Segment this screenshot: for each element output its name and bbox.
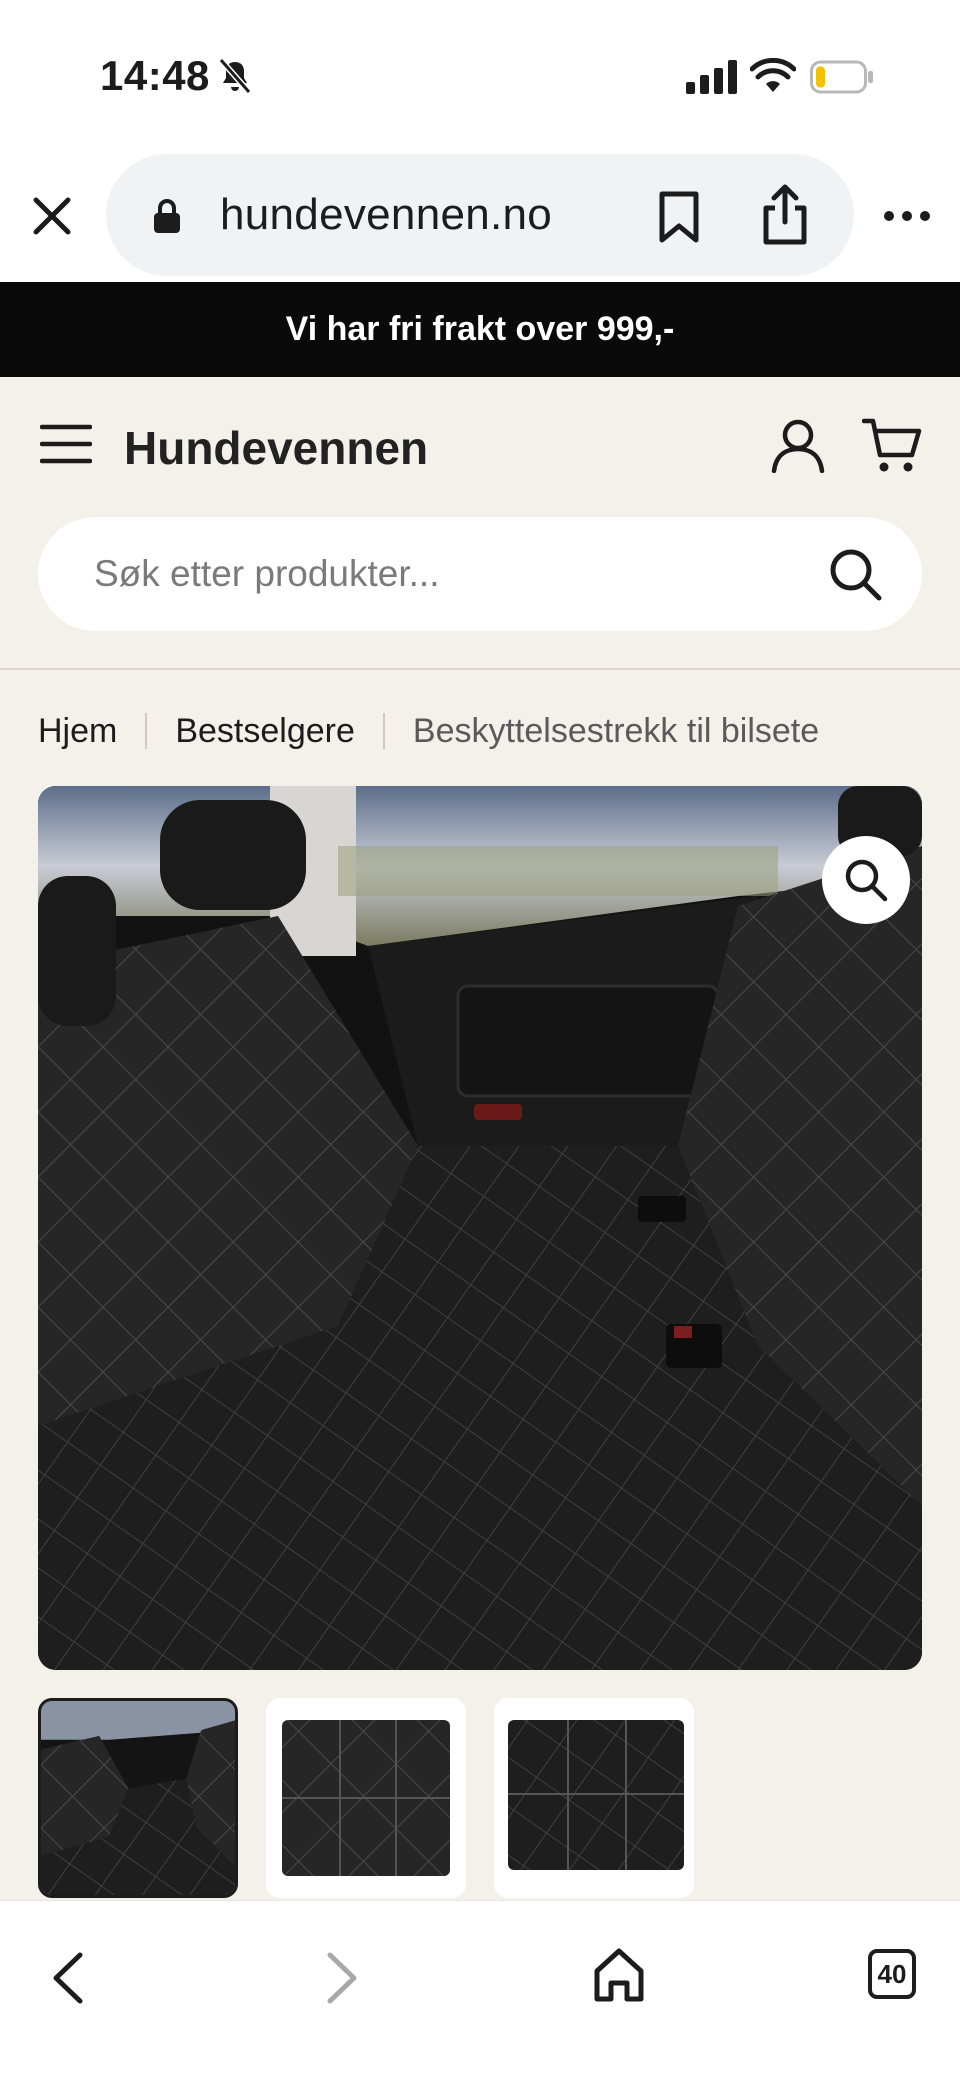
store-header: Hundevennen bbox=[0, 377, 960, 670]
thumbnail-1[interactable] bbox=[38, 1698, 238, 1898]
back-icon[interactable] bbox=[48, 1949, 88, 2007]
product-page: Hjem Bestselgere Beskyttelsestrekk til b… bbox=[0, 670, 960, 1900]
tabs-button[interactable]: 40 bbox=[868, 1949, 916, 1999]
breadcrumb-home[interactable]: Hjem bbox=[38, 712, 117, 751]
url-text: hundevennen.no bbox=[220, 190, 553, 239]
product-main-image[interactable] bbox=[38, 786, 922, 1670]
search-input[interactable] bbox=[94, 517, 794, 631]
thumbnail-3[interactable] bbox=[494, 1698, 694, 1898]
thumbnail-2[interactable] bbox=[266, 1698, 466, 1898]
bookmark-icon[interactable] bbox=[656, 190, 702, 244]
store-logo[interactable]: Hundevennen bbox=[124, 421, 428, 475]
zoom-icon bbox=[845, 859, 888, 902]
breadcrumb-separator bbox=[382, 713, 385, 749]
browser-toolbar: 40 bbox=[0, 1900, 960, 2087]
account-icon[interactable] bbox=[770, 417, 826, 473]
signal-icon bbox=[686, 60, 737, 94]
status-time: 14:48 bbox=[100, 52, 210, 99]
thumbnail-image bbox=[41, 1701, 235, 1895]
search-icon[interactable] bbox=[828, 547, 882, 601]
bell-off-icon bbox=[218, 58, 252, 94]
thumbnail-image bbox=[494, 1698, 694, 1898]
breadcrumb-bestsellers[interactable]: Bestselgere bbox=[175, 712, 355, 751]
url-field[interactable]: hundevennen.no bbox=[106, 154, 854, 276]
home-icon[interactable] bbox=[592, 1945, 646, 2005]
menu-icon[interactable] bbox=[40, 423, 92, 465]
lock-icon bbox=[154, 199, 180, 233]
battery-icon bbox=[810, 60, 873, 94]
forward-icon[interactable] bbox=[322, 1949, 362, 2007]
search-box bbox=[38, 517, 922, 631]
breadcrumb-separator bbox=[145, 713, 148, 749]
zoom-button[interactable] bbox=[822, 836, 910, 924]
breadcrumb-current: Beskyttelsestrekk til bilsete bbox=[412, 711, 820, 750]
seat-cover-illustration bbox=[38, 786, 922, 1670]
wifi-icon bbox=[750, 58, 796, 92]
thumbnail-image bbox=[266, 1698, 466, 1898]
share-icon[interactable] bbox=[760, 184, 810, 246]
breadcrumb: Hjem Bestselgere Beskyttelsestrekk til b… bbox=[38, 706, 819, 756]
announcement-bar: Vi har fri frakt over 999,- bbox=[0, 282, 960, 377]
close-icon[interactable] bbox=[28, 192, 76, 240]
status-bar: 14:48 bbox=[0, 0, 960, 150]
more-icon[interactable] bbox=[882, 206, 932, 226]
cart-icon[interactable] bbox=[862, 417, 922, 473]
browser-address-bar: hundevennen.no bbox=[0, 150, 960, 282]
announcement-text: Vi har fri frakt over 999,- bbox=[285, 310, 675, 348]
tab-count: 40 bbox=[877, 1958, 907, 1989]
